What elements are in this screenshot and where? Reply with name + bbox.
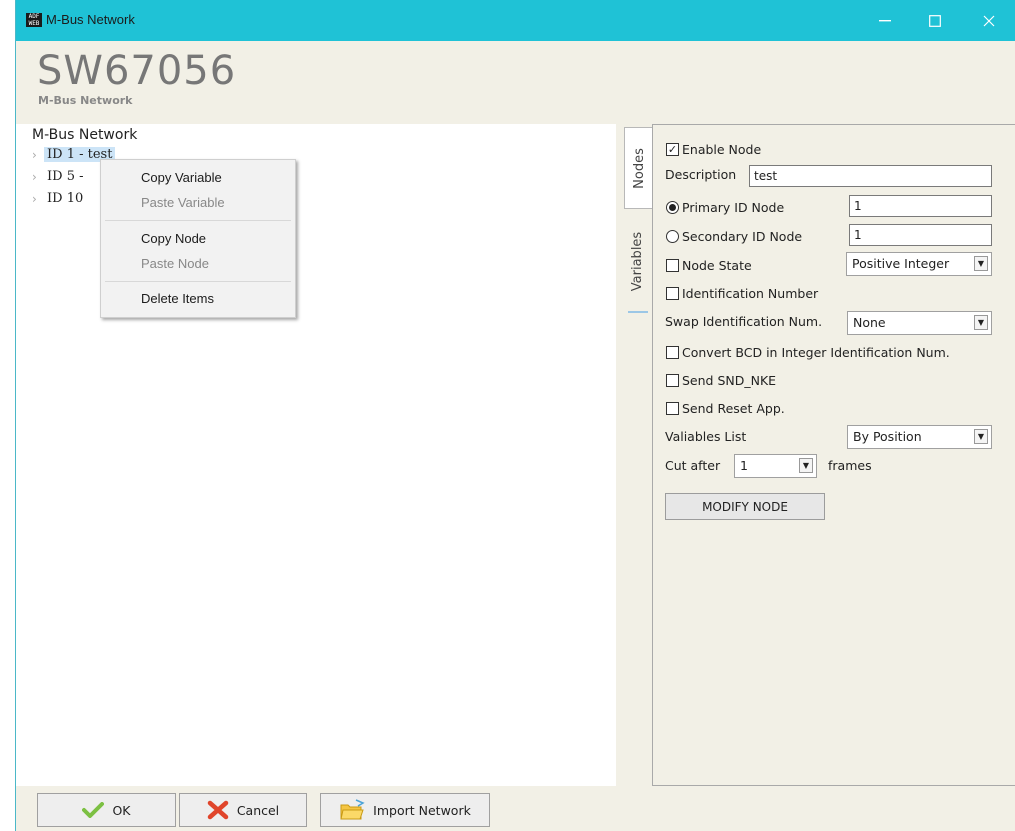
swap-identification-dropdown[interactable]: None ▼ bbox=[847, 311, 992, 335]
tab-variables[interactable]: Variables bbox=[624, 212, 652, 310]
variables-list-row: Valiables List bbox=[665, 429, 746, 444]
chevron-down-icon[interactable]: ▼ bbox=[974, 315, 988, 330]
primary-id-radio[interactable]: Primary ID Node bbox=[666, 200, 784, 215]
tab-nodes-label: Nodes bbox=[631, 147, 647, 189]
window-title: M-Bus Network bbox=[46, 12, 135, 27]
ok-button[interactable]: OK bbox=[37, 793, 176, 827]
checkbox-box[interactable] bbox=[666, 374, 679, 387]
enable-node-checkbox[interactable]: ✓ Enable Node bbox=[666, 142, 761, 157]
menu-item-copy-node[interactable]: Copy Node bbox=[141, 231, 206, 246]
folder-icon bbox=[339, 799, 365, 821]
cross-icon bbox=[207, 800, 229, 820]
cut-after-value: 1 bbox=[740, 458, 748, 473]
cut-after-label: Cut after bbox=[665, 458, 721, 473]
chevron-down-icon[interactable]: ▼ bbox=[799, 458, 813, 473]
import-network-button[interactable]: Import Network bbox=[320, 793, 490, 827]
cut-after-row: Cut after bbox=[665, 458, 720, 473]
ok-button-label: OK bbox=[112, 802, 131, 818]
menu-item-copy-variable[interactable]: Copy Variable bbox=[141, 170, 222, 185]
convert-bcd-checkbox[interactable]: Convert BCD in Integer Identification Nu… bbox=[666, 345, 950, 360]
swap-identification-label: Swap Identification Num. bbox=[665, 314, 823, 329]
description-row: Description bbox=[665, 167, 736, 182]
swap-identification-value: None bbox=[853, 315, 886, 330]
checkbox-box[interactable] bbox=[666, 346, 679, 359]
send-reset-label: Send Reset App. bbox=[682, 401, 785, 416]
node-state-label: Node State bbox=[682, 258, 752, 273]
send-snd-nke-label: Send SND_NKE bbox=[682, 373, 777, 388]
menu-item-paste-node[interactable]: Paste Node bbox=[141, 256, 209, 271]
cut-after-dropdown[interactable]: 1 ▼ bbox=[734, 454, 817, 478]
tree-node[interactable]: › ID 10 bbox=[32, 191, 86, 206]
context-menu: Copy Variable Paste Variable Copy Node P… bbox=[100, 159, 296, 318]
tree-root-label[interactable]: M-Bus Network bbox=[32, 127, 137, 143]
node-state-dropdown[interactable]: Positive Integer ▼ bbox=[846, 252, 992, 276]
maximize-icon bbox=[929, 14, 941, 27]
secondary-id-radio[interactable]: Secondary ID Node bbox=[666, 229, 802, 244]
description-field[interactable]: test bbox=[749, 165, 992, 187]
identification-number-label: Identification Number bbox=[682, 286, 819, 301]
primary-id-field[interactable]: 1 bbox=[849, 195, 992, 217]
title-bar: ADF WEB M-Bus Network bbox=[16, 0, 1015, 41]
secondary-id-field[interactable]: 1 bbox=[849, 224, 992, 246]
swap-identification-row: Swap Identification Num. bbox=[665, 314, 822, 329]
cancel-button[interactable]: Cancel bbox=[179, 793, 307, 827]
chevron-down-icon[interactable]: ▼ bbox=[974, 256, 988, 271]
radio-button[interactable] bbox=[666, 230, 679, 243]
menu-separator bbox=[105, 220, 291, 221]
minimize-button[interactable] bbox=[862, 0, 908, 41]
description-label: Description bbox=[665, 167, 737, 182]
send-snd-nke-checkbox[interactable]: Send SND_NKE bbox=[666, 373, 776, 388]
minimize-icon bbox=[879, 19, 891, 21]
node-state-checkbox[interactable]: Node State bbox=[666, 258, 752, 273]
checkmark-icon bbox=[82, 802, 105, 818]
expand-chevron-icon[interactable]: › bbox=[32, 192, 42, 206]
app-window: ADF WEB M-Bus Network SW67056 M-Bus Netwo… bbox=[15, 0, 1015, 831]
checkbox-box[interactable]: ✓ bbox=[666, 143, 679, 156]
checkbox-box[interactable] bbox=[666, 402, 679, 415]
cut-after-suffix: frames bbox=[828, 458, 872, 473]
chevron-down-icon[interactable]: ▼ bbox=[974, 429, 988, 444]
app-logo-icon: ADF WEB bbox=[26, 13, 42, 27]
close-button[interactable] bbox=[966, 0, 1012, 41]
modify-node-button[interactable]: MODIFY NODE bbox=[665, 493, 825, 520]
tree-node-label[interactable]: ID 10 bbox=[44, 191, 86, 206]
close-icon bbox=[983, 15, 995, 26]
radio-button[interactable] bbox=[666, 201, 679, 214]
secondary-id-label: Secondary ID Node bbox=[682, 229, 803, 244]
enable-node-label: Enable Node bbox=[682, 142, 762, 157]
maximize-button[interactable] bbox=[912, 0, 958, 41]
variables-list-value: By Position bbox=[853, 429, 922, 444]
tab-indicator bbox=[628, 311, 648, 313]
tree-node[interactable]: › ID 5 - bbox=[32, 169, 87, 184]
checkbox-box[interactable] bbox=[666, 287, 679, 300]
tree-node-label[interactable]: ID 5 - bbox=[44, 169, 87, 184]
variables-list-dropdown[interactable]: By Position ▼ bbox=[847, 425, 992, 449]
import-network-label: Import Network bbox=[373, 802, 471, 818]
cancel-button-label: Cancel bbox=[236, 802, 280, 818]
tab-variables-label: Variables bbox=[630, 231, 646, 291]
variables-list-label: Valiables List bbox=[665, 429, 747, 444]
send-reset-checkbox[interactable]: Send Reset App. bbox=[666, 401, 785, 416]
identification-number-checkbox[interactable]: Identification Number bbox=[666, 286, 818, 301]
node-properties-panel: ✓ Enable Node Description test Primary I… bbox=[652, 124, 1015, 786]
expand-chevron-icon[interactable]: › bbox=[32, 170, 42, 184]
app-title: SW67056 bbox=[37, 48, 237, 94]
expand-chevron-icon[interactable]: › bbox=[32, 148, 42, 162]
convert-bcd-label: Convert BCD in Integer Identification Nu… bbox=[682, 345, 950, 360]
cut-after-suffix-row: frames bbox=[828, 458, 872, 473]
node-state-value: Positive Integer bbox=[852, 256, 950, 271]
menu-item-delete-items[interactable]: Delete Items bbox=[141, 291, 214, 306]
checkbox-box[interactable] bbox=[666, 259, 679, 272]
menu-item-paste-variable[interactable]: Paste Variable bbox=[141, 195, 225, 210]
menu-separator bbox=[105, 281, 291, 282]
primary-id-label: Primary ID Node bbox=[682, 200, 785, 215]
tab-nodes[interactable]: Nodes bbox=[624, 127, 653, 209]
app-subtitle: M-Bus Network bbox=[38, 94, 133, 107]
